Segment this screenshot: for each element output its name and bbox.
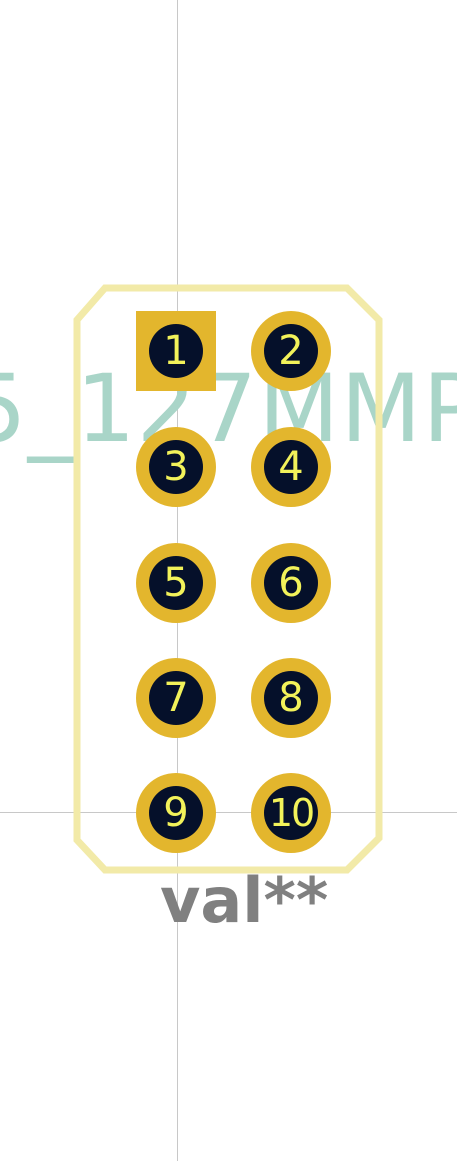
pad-6[interactable]: 6 (251, 543, 331, 623)
pad-5[interactable]: 5 (136, 543, 216, 623)
pad-1[interactable]: 1 (136, 311, 216, 391)
pad-10[interactable]: 10 (251, 773, 331, 853)
pad-number: 3 (163, 444, 189, 490)
pad-number: 2 (278, 328, 304, 374)
pad-3[interactable]: 3 (136, 427, 216, 507)
pad-number: 5 (163, 560, 189, 606)
pad-number: 6 (278, 560, 304, 606)
pad-4[interactable]: 4 (251, 427, 331, 507)
silkscreen-outline (73, 284, 383, 874)
pad-8[interactable]: 8 (251, 658, 331, 738)
pad-2[interactable]: 2 (251, 311, 331, 391)
pad-number: 10 (268, 791, 315, 835)
footprint-value-text: val** (160, 864, 329, 937)
pad-number: 4 (278, 444, 304, 490)
pad-9[interactable]: 9 (136, 773, 216, 853)
pad-7[interactable]: 7 (136, 658, 216, 738)
pad-number: 9 (163, 790, 189, 836)
pad-number: 7 (163, 675, 189, 721)
pad-number: 8 (278, 675, 304, 721)
pcb-footprint-canvas[interactable]: 5_127MMPIT 1 2 3 4 5 6 7 (0, 0, 457, 1161)
pad-number: 1 (163, 328, 189, 374)
